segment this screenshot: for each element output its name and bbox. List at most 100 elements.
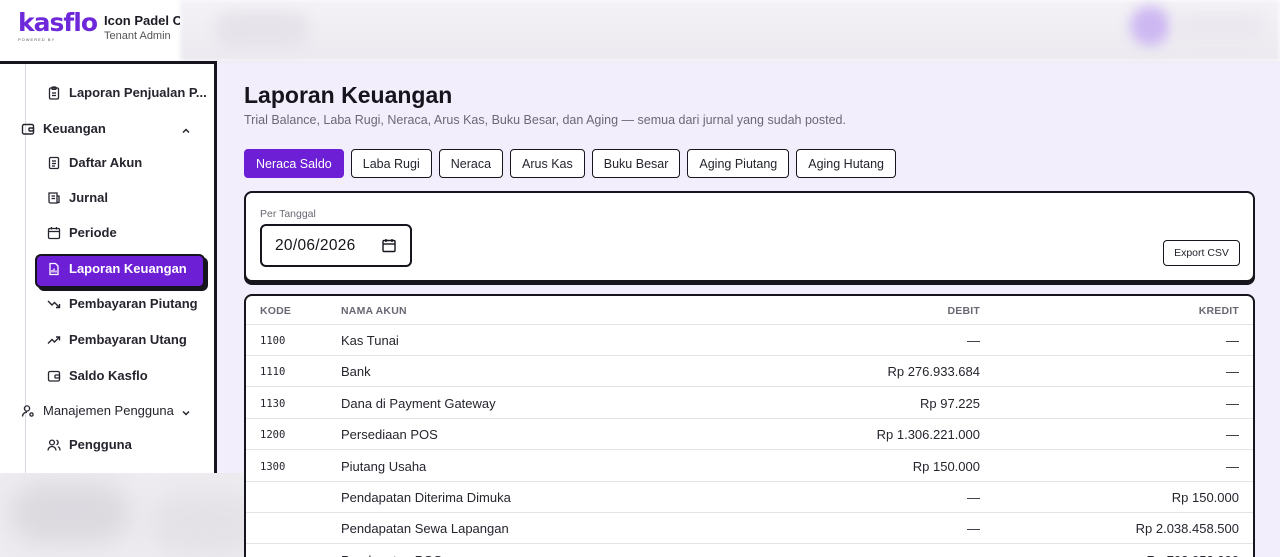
chevron-down-icon[interactable] [181, 408, 191, 418]
wallet-icon [21, 122, 35, 136]
tenant-role: Tenant Admin [104, 30, 171, 42]
export-csv-button[interactable]: Export CSV [1163, 240, 1240, 266]
table-row[interactable]: 1130 Dana di Payment Gateway Rp 97.225 — [246, 388, 1253, 419]
sidebar-item-label: Jurnal [69, 190, 109, 205]
cell-credit: — [1226, 427, 1239, 443]
cell-debit: Rp 1.306.221.000 [876, 427, 980, 443]
sidebar-item-daftar-akun[interactable]: Daftar Akun [47, 155, 142, 170]
sidebar-group-label: Keuangan [43, 121, 106, 136]
header-code: KODE [260, 305, 292, 317]
cell-code: 1100 [260, 335, 286, 347]
cell-code: 1130 [260, 397, 286, 410]
logo-tagline: POWERED BY [18, 37, 56, 42]
cell-debit: — [967, 521, 980, 537]
sidebar-group-label: Manajemen Pengguna [43, 403, 174, 418]
page-subtitle: Trial Balance, Laba Rugi, Neraca, Arus K… [244, 113, 846, 127]
cell-code: 1300 [260, 460, 286, 473]
sidebar-item-pengguna[interactable]: Pengguna [47, 437, 132, 452]
blurred-element [215, 12, 310, 48]
blurred-overlay [0, 473, 282, 557]
sidebar-item-label: Periode [69, 225, 117, 240]
cell-debit: — [967, 333, 980, 348]
sidebar-item-label: Saldo Kasflo [69, 368, 148, 383]
tab-aging-piutang[interactable]: Aging Piutang [687, 149, 790, 178]
cell-credit: — [1226, 333, 1239, 348]
sidebar-item-periode[interactable]: Periode [47, 225, 117, 240]
tab-buku-besar[interactable]: Buku Besar [591, 149, 681, 178]
cell-debit: Rp 276.933.684 [887, 364, 980, 380]
cell-credit: Rp 150.000 [1171, 490, 1239, 505]
blurred-header-area [180, 0, 1280, 61]
sidebar: Laporan Penjualan P... Keuangan Daftar A… [0, 61, 217, 476]
tab-laba-rugi[interactable]: Laba Rugi [350, 149, 432, 178]
blurred-avatar [1130, 6, 1170, 46]
table-row[interactable]: 1200 Persediaan POS Rp 1.306.221.000 — [246, 419, 1253, 451]
sidebar-item-laporan-penjualan[interactable]: Laporan Penjualan P... [47, 85, 207, 100]
cell-account-name: Pendapatan Diterima Dimuka [341, 490, 511, 505]
header-name: NAMA AKUN [341, 305, 407, 317]
table-row[interactable]: Pendapatan POS — Rp 702.953.000 [246, 545, 1253, 557]
tab-neraca[interactable]: Neraca [438, 149, 504, 178]
table-header: KODE NAMA AKUN DEBIT KREDIT [246, 296, 1253, 325]
sidebar-item-label: Pengguna [69, 437, 132, 452]
table-row[interactable]: 1110 Bank Rp 276.933.684 — [246, 356, 1253, 388]
sidebar-item-label: Pembayaran Utang [69, 332, 187, 347]
cell-credit: Rp 702.953.000 [1146, 553, 1239, 557]
sidebar-item-pembayaran-piutang[interactable]: Pembayaran Piutang [47, 296, 198, 311]
date-input[interactable]: 20/06/2026 [260, 224, 412, 267]
cell-debit: Rp 150.000 [912, 458, 980, 474]
table-row[interactable]: Pendapatan Sewa Lapangan — Rp 2.038.458.50… [246, 513, 1253, 545]
sidebar-item-saldo-kasflo[interactable]: Saldo Kasflo [47, 368, 148, 383]
sidebar-item-label: Daftar Akun [69, 155, 143, 170]
cell-account-name: Kas Tunai [341, 333, 399, 348]
kasflo-logo[interactable]: kasflo POWERED BY [18, 8, 98, 44]
tenant-name: Icon Padel Club [104, 13, 180, 28]
cell-account-name: Persediaan POS [341, 427, 438, 443]
date-label: Per Tanggal [260, 208, 316, 220]
sidebar-item-label: Laporan Keuangan [69, 261, 187, 276]
cell-credit: — [1226, 458, 1239, 474]
cell-debit: Rp 97.225 [920, 395, 980, 411]
sidebar-item-laporan-keuangan[interactable]: Laporan Keuangan [47, 261, 187, 276]
filter-card: Per Tanggal 20/06/2026 Export CSV [244, 191, 1255, 282]
user-cog-icon [21, 404, 35, 418]
sidebar-item-jurnal[interactable]: Jurnal [47, 190, 108, 205]
cell-debit: — [967, 490, 980, 505]
logo-wordmark: kasflo [18, 8, 98, 37]
table-row[interactable]: 1300 Piutang Usaha Rp 150.000 — [246, 451, 1253, 482]
page-title: Laporan Keuangan [244, 82, 453, 108]
sidebar-item-label: Laporan Penjualan P... [69, 85, 207, 100]
ledger-icon [47, 191, 61, 205]
trending-down-icon [47, 297, 61, 311]
cell-account-name: Dana di Payment Gateway [341, 395, 496, 411]
wallet-icon [47, 369, 61, 383]
cell-code: 1200 [260, 429, 286, 442]
cell-account-name: Pendapatan POS [341, 553, 442, 557]
top-bar: kasflo POWERED BY Icon Padel Club Tenant… [0, 0, 1280, 61]
tab-neraca-saldo[interactable]: Neraca Saldo [244, 149, 344, 178]
tab-aging-hutang[interactable]: Aging Hutang [796, 149, 896, 178]
tab-arus-kas[interactable]: Arus Kas [510, 149, 585, 178]
calendar-icon[interactable] [382, 238, 396, 253]
sidebar-item-label: Pembayaran Piutang [69, 296, 198, 311]
cell-code: 1110 [260, 366, 286, 379]
table-row[interactable]: Pendapatan Diterima Dimuka — Rp 150.000 [246, 482, 1253, 513]
document-icon [47, 156, 61, 170]
cell-credit: — [1226, 395, 1239, 411]
cell-account-name: Piutang Usaha [341, 458, 427, 474]
cell-credit: Rp 2.038.458.500 [1135, 521, 1239, 537]
chevron-up-icon[interactable] [181, 126, 191, 136]
sidebar-group-keuangan[interactable]: Keuangan [21, 121, 106, 136]
table-row[interactable]: 1100 Kas Tunai — — [246, 325, 1253, 356]
calendar-icon [47, 226, 61, 240]
users-icon [47, 438, 61, 452]
trending-up-icon [47, 333, 61, 347]
date-value: 20/06/2026 [275, 236, 356, 254]
sidebar-item-pembayaran-utang[interactable]: Pembayaran Utang [47, 332, 187, 347]
sidebar-group-manajemen-pengguna[interactable]: Manajemen Pengguna [21, 403, 174, 418]
clipboard-icon [47, 85, 61, 100]
report-tabs: Neraca Saldo Laba Rugi Neraca Arus Kas B… [244, 149, 896, 178]
cell-account-name: Bank [341, 364, 371, 380]
trial-balance-table: KODE NAMA AKUN DEBIT KREDIT 1100 Kas Tuna… [244, 294, 1255, 557]
header-credit: KREDIT [1198, 305, 1239, 317]
